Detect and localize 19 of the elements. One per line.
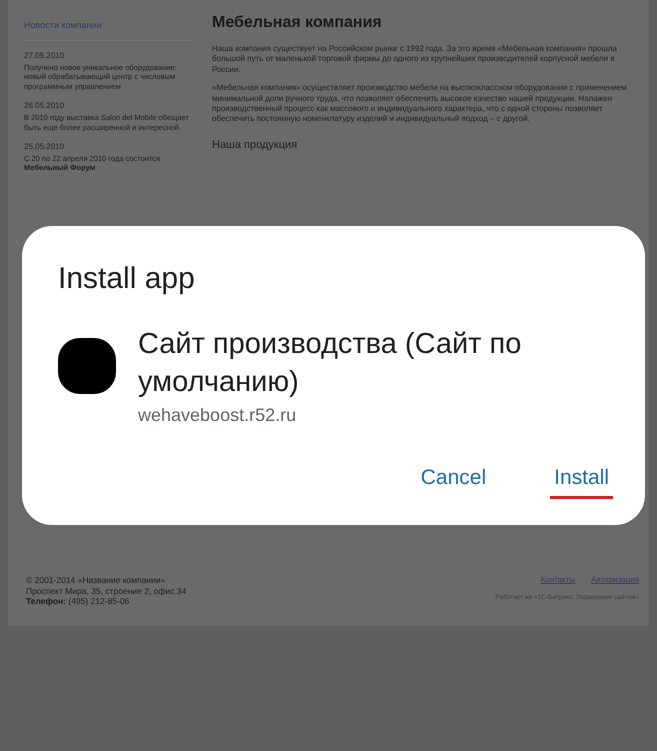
phone-text: Телефон: (495) 212-85-06 xyxy=(26,596,130,606)
section-heading: Наша продукция xyxy=(212,138,298,151)
news-date: 26.05.2010 xyxy=(24,101,66,110)
page-title: Мебельная компания xyxy=(212,14,383,32)
install-button[interactable]: Install xyxy=(550,462,613,500)
news-date: 27.05.2010 xyxy=(24,51,66,60)
footer-link[interactable]: Контакты xyxy=(540,575,576,584)
news-heading-link[interactable]: Новости компании xyxy=(24,14,194,41)
paragraph: Наша компания существует на Российском рынке с 1992 года. За это время «Мебельная компания» прошла большой путь от маленькой торговой фирмы до одного из крупнейших производителей корпусной мебели в России. xyxy=(212,44,618,76)
app-url: wehaveboost.r52.ru xyxy=(138,405,298,426)
news-date: 25.05.2010 xyxy=(24,142,66,151)
paragraph: «Мебельная компания» осуществляет производство мебели на высококлассном оборудовании с применением минимальной доли ручного труда, что позволяет обеспечить высокое качество нашей продукции. Налажен производственный процесс как массового и индивидуального характера, что с одной стороны позволяет обеспечить постоянную номенклатуру изделий и индивидуальный подход – с другой. xyxy=(212,83,628,125)
address-text: Проспект Мира, 35, строение 2, офис 34 xyxy=(26,586,186,596)
cancel-button[interactable]: Cancel xyxy=(416,462,490,500)
app-icon xyxy=(58,338,116,394)
copyright-text: © 2001-2014 «Название компании» xyxy=(26,575,166,586)
dialog-title: Install app xyxy=(58,262,196,296)
app-name: Сайт производства (Сайт по умолчанию) xyxy=(138,327,522,400)
footer-link[interactable]: Авторизация xyxy=(591,575,639,584)
